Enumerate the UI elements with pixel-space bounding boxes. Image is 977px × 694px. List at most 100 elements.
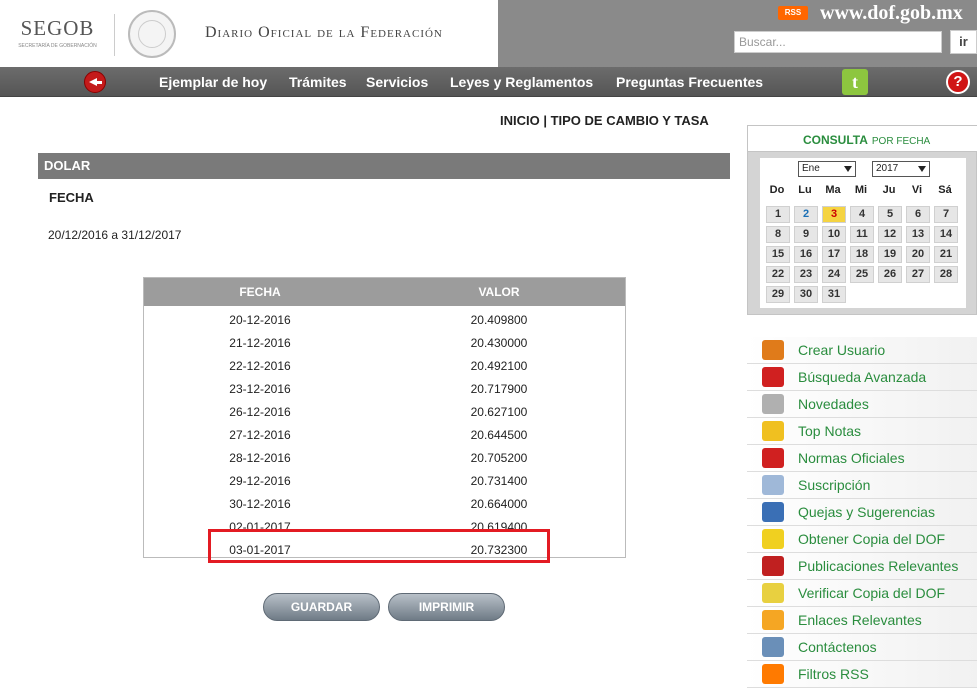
month-select[interactable]: Ene [798, 161, 856, 177]
table-row: 29-12-2016 20.731400 [144, 470, 625, 493]
side-menu-item[interactable]: Publicaciones Relevantes [747, 553, 977, 580]
calendar-day[interactable]: 2 [794, 206, 818, 223]
calendar-day[interactable]: 10 [822, 226, 846, 243]
segob-logo-subtext: SECRETARÍA DE GOBERNACIÓN [18, 43, 97, 49]
calendar-day[interactable]: 20 [906, 246, 930, 263]
table-row: 27-12-2016 20.644500 [144, 424, 625, 447]
calendar-weekday: Mi [854, 184, 868, 196]
breadcrumb[interactable]: INICIO | TIPO DE CAMBIO Y TASA [500, 113, 709, 128]
calendar-day[interactable]: 21 [934, 246, 958, 263]
segob-logo[interactable]: SEGOB SECRETARÍA DE GOBERNACIÓN [10, 16, 105, 56]
cell-fecha: 30-12-2016 [229, 497, 291, 511]
calendar-day[interactable]: 27 [906, 266, 930, 283]
calendar-day[interactable]: 30 [794, 286, 818, 303]
calendar-day[interactable]: 26 [878, 266, 902, 283]
calendar-day[interactable]: 23 [794, 266, 818, 283]
calendar-day[interactable]: 1 [766, 206, 790, 223]
help-icon[interactable]: ? [946, 70, 970, 94]
side-menu-item[interactable]: Top Notas [747, 418, 977, 445]
nav-item-preguntas-frecuentes[interactable]: Preguntas Frecuentes [616, 74, 763, 90]
side-menu-label: Búsqueda Avanzada [798, 369, 927, 385]
segob-logo-text: SEGOB [20, 16, 95, 40]
side-menu-item[interactable]: Suscripción [747, 472, 977, 499]
calendar-day[interactable]: 29 [766, 286, 790, 303]
calendar-day[interactable]: 7 [934, 206, 958, 223]
side-menu-label: Obtener Copia del DOF [798, 531, 946, 547]
side-menu-label: Normas Oficiales [798, 450, 905, 466]
save-button[interactable]: GUARDAR [263, 593, 380, 621]
calendar-day[interactable]: 19 [878, 246, 902, 263]
rss-icon[interactable]: RSS [778, 6, 808, 20]
user-add-icon [762, 340, 784, 360]
exchange-rate-table: FECHA VALOR 20-12-2016 20.409800 21-12-201… [143, 277, 626, 558]
calendar-day[interactable]: 3 [822, 206, 846, 223]
calendar-day[interactable]: 17 [822, 246, 846, 263]
calendar-day[interactable]: 11 [850, 226, 874, 243]
print-button[interactable]: IMPRIMIR [388, 593, 505, 621]
calendar-weekday: Ma [825, 184, 841, 196]
calendar-header: CONSULTA POR FECHA [748, 126, 977, 152]
calendar-day[interactable]: 15 [766, 246, 790, 263]
table-row: 22-12-2016 20.492100 [144, 355, 625, 378]
calendar-day[interactable]: 24 [822, 266, 846, 283]
side-menu-item[interactable]: Normas Oficiales [747, 445, 977, 472]
table-row: 28-12-2016 20.705200 [144, 447, 625, 470]
side-menu-item[interactable]: Contáctenos [747, 634, 977, 661]
table-header: FECHA VALOR [144, 278, 625, 306]
cell-valor: 20.705200 [470, 451, 528, 465]
side-menu-item[interactable]: Verificar Copia del DOF [747, 580, 977, 607]
side-menu-item[interactable]: Filtros RSS [747, 661, 977, 688]
rss-icon [762, 664, 784, 684]
search-button[interactable]: ir [950, 30, 977, 54]
calendar-day[interactable]: 4 [850, 206, 874, 223]
calendar-title: CONSULTA POR FECHA [803, 133, 930, 147]
nav-item-servicios[interactable]: Servicios [366, 74, 428, 90]
fecha-label: FECHA [49, 190, 94, 205]
nav-item-leyes-y-reglamentos[interactable]: Leyes y Reglamentos [450, 74, 593, 90]
cell-valor: 20.731400 [470, 474, 528, 488]
calendar-day[interactable]: 6 [906, 206, 930, 223]
calendar-subtitle: POR FECHA [871, 136, 931, 147]
calendar-day[interactable]: 8 [766, 226, 790, 243]
calendar-day[interactable]: 16 [794, 246, 818, 263]
calendar-day[interactable]: 28 [934, 266, 958, 283]
twitter-icon[interactable]: t [842, 69, 868, 95]
calendar-day[interactable]: 13 [906, 226, 930, 243]
calendar-day[interactable]: 9 [794, 226, 818, 243]
side-menu-item[interactable]: Crear Usuario [747, 337, 977, 364]
table-row: 26-12-2016 20.627100 [144, 401, 625, 424]
nom-icon [762, 448, 784, 468]
calendar-day[interactable]: 22 [766, 266, 790, 283]
calendar-title-text: CONSULTA [803, 133, 868, 147]
side-menu-label: Quejas y Sugerencias [798, 504, 935, 520]
cell-valor: 20.409800 [470, 313, 528, 327]
calendar-day[interactable]: 31 [822, 286, 846, 303]
nav-item-tramites[interactable]: Trámites [289, 74, 347, 90]
back-arrow-icon[interactable] [84, 71, 106, 93]
side-menu-item[interactable]: Búsqueda Avanzada [747, 364, 977, 391]
site-url: www.dof.gob.mx [820, 2, 963, 24]
nav-item-ejemplar-de-hoy[interactable]: Ejemplar de hoy [159, 74, 267, 90]
pencil-note-icon [762, 475, 784, 495]
side-menu-item[interactable]: Obtener Copia del DOF [747, 526, 977, 553]
calendar-day[interactable]: 12 [878, 226, 902, 243]
header: SEGOB SECRETARÍA DE GOBERNACIÓN Diario O… [0, 0, 977, 67]
side-menu-item[interactable]: Enlaces Relevantes [747, 607, 977, 634]
newspaper-icon [762, 556, 784, 576]
side-menu-item[interactable]: Novedades [747, 391, 977, 418]
calendar-weekday: Lu [798, 184, 812, 196]
calendar-day[interactable]: 18 [850, 246, 874, 263]
side-menu-label: Suscripción [798, 477, 871, 493]
cell-valor: 20.430000 [470, 336, 528, 350]
side-menu-item[interactable]: Quejas y Sugerencias [747, 499, 977, 526]
side-menu-label: Contáctenos [798, 639, 877, 655]
site-title[interactable]: Diario Oficial de la Federación [205, 24, 443, 42]
calendar-day[interactable]: 5 [878, 206, 902, 223]
year-select-value: 2017 [876, 163, 899, 174]
column-header-fecha: FECHA [239, 285, 281, 299]
side-menu-label: Top Notas [798, 423, 862, 439]
year-select[interactable]: 2017 [872, 161, 930, 177]
calendar-day[interactable]: 14 [934, 226, 958, 243]
search-input[interactable] [734, 31, 942, 53]
calendar-day[interactable]: 25 [850, 266, 874, 283]
